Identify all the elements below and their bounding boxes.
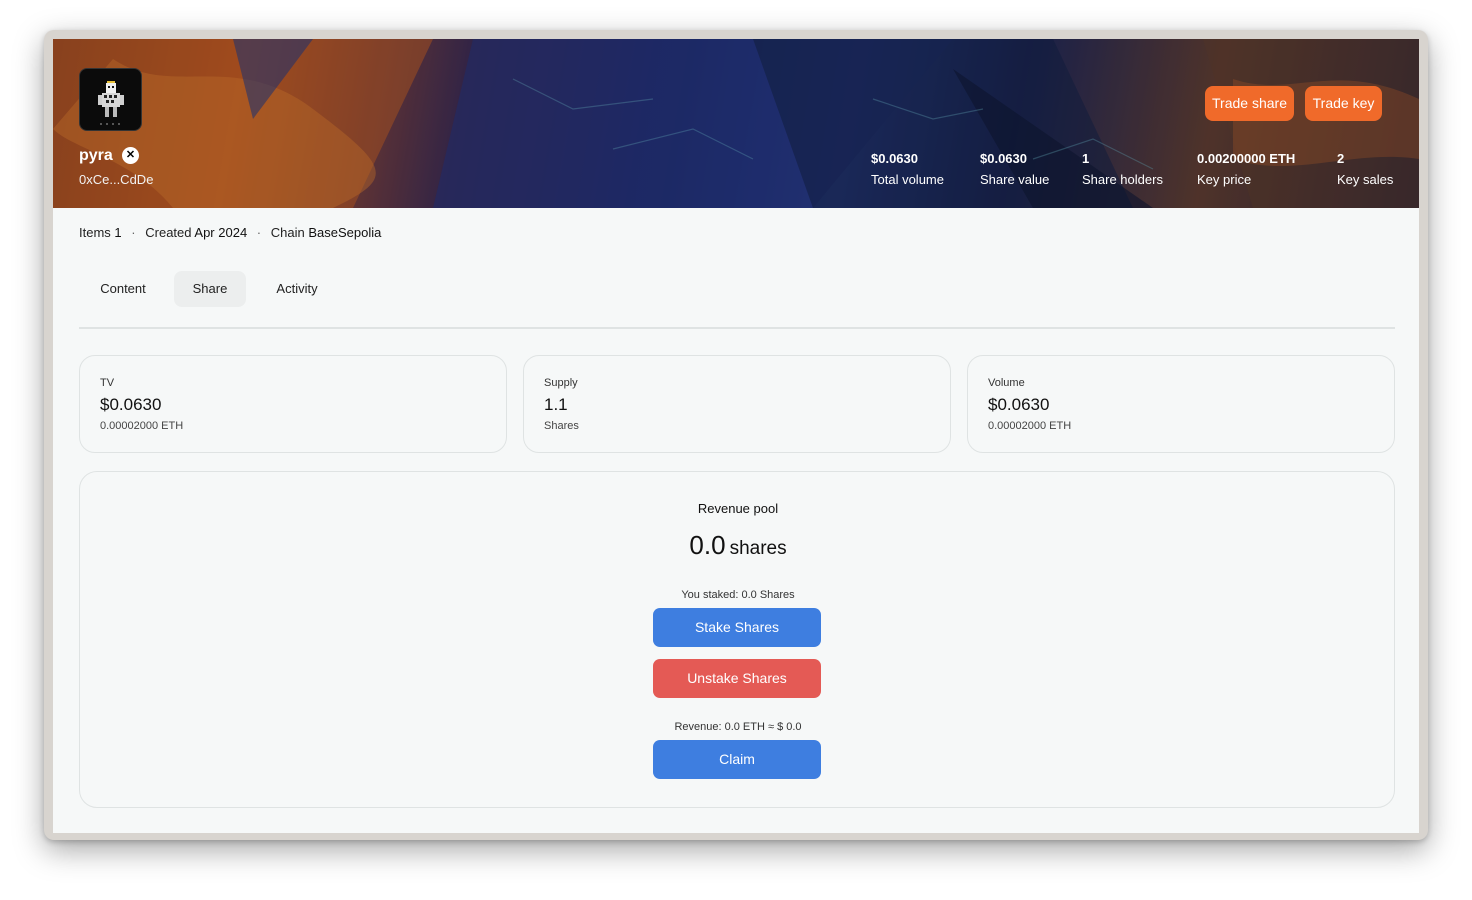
card-label: Supply (544, 377, 578, 389)
profile-address[interactable]: 0xCe...CdDe (79, 172, 153, 187)
card-sub: Shares (544, 420, 579, 432)
stat-value: 1 (1082, 151, 1090, 166)
page: pyra ✕ 0xCe...CdDe Trade share Trade key… (53, 39, 1419, 833)
trade-key-button[interactable]: Trade key (1305, 86, 1382, 121)
browser-window: pyra ✕ 0xCe...CdDe Trade share Trade key… (44, 30, 1428, 840)
pool-title: Revenue pool (697, 501, 779, 516)
stat-share-holders: 1 Share holders (1082, 151, 1163, 187)
x-icon[interactable]: ✕ (122, 147, 139, 164)
revenue-text: Revenue: 0.0 ETH ≈ $ 0.0 (674, 721, 802, 733)
stat-value: 2 (1337, 151, 1345, 166)
pixel-character-icon (98, 81, 124, 125)
stat-key-price: 0.00200000 ETH Key price (1197, 151, 1295, 187)
stat-value: $0.0630 (980, 151, 1027, 166)
card-label: Volume (988, 377, 1025, 389)
created-value: Apr 2024 (194, 225, 248, 240)
tab-share[interactable]: Share (174, 271, 246, 307)
profile-name: pyra (79, 147, 113, 164)
card-value: $0.0630 (100, 395, 162, 414)
pool-amount: 0.0 shares (80, 530, 1396, 561)
stat-label: Total volume (871, 172, 944, 187)
stat-value: 0.00200000 ETH (1197, 151, 1296, 166)
stat-value: $0.0630 (871, 151, 918, 166)
stat-label: Share holders (1082, 172, 1163, 187)
claim-button[interactable]: Claim (653, 740, 821, 779)
stat-label: Key sales (1337, 172, 1394, 187)
unstake-shares-button[interactable]: Unstake Shares (653, 659, 821, 698)
separator: · (131, 225, 136, 240)
avatar[interactable] (79, 68, 142, 131)
stat-share-value: $0.0630 Share value (980, 151, 1049, 187)
stat-label: Key price (1197, 172, 1252, 187)
chain-label: Chain (270, 225, 305, 240)
profile-banner: pyra ✕ 0xCe...CdDe Trade share Trade key… (53, 39, 1419, 208)
stat-label: Share value (980, 172, 1050, 187)
created-label: Created (145, 225, 192, 240)
card-sub: 0.00002000 ETH (100, 420, 184, 432)
collection-meta: Items 1 · Created Apr 2024 · Chain BaseS… (79, 225, 381, 240)
trade-share-button[interactable]: Trade share (1205, 86, 1294, 121)
pool-amount-value: 0.0 (689, 530, 726, 560)
stake-shares-button[interactable]: Stake Shares (653, 608, 821, 647)
card-sub: 0.00002000 ETH (988, 420, 1072, 432)
volume-card: Volume $0.0630 0.00002000 ETH (967, 355, 1395, 453)
revenue-pool-panel: Revenue pool 0.0 shares You staked: 0.0 S… (79, 471, 1395, 808)
card-value: 1.1 (544, 395, 568, 414)
tv-card: TV $0.0630 0.00002000 ETH (79, 355, 507, 453)
card-value: $0.0630 (988, 395, 1050, 414)
tabs-divider (79, 327, 1395, 329)
tab-content[interactable]: Content (79, 271, 167, 307)
supply-card: Supply 1.1 Shares (523, 355, 951, 453)
staked-text: You staked: 0.0 Shares (681, 589, 795, 601)
pool-amount-unit: shares (729, 538, 787, 559)
items-label: Items (79, 225, 111, 240)
separator: · (256, 225, 262, 240)
items-value: 1 (114, 225, 122, 240)
stat-key-sales: 2 Key sales (1337, 151, 1393, 187)
chain-value: BaseSepolia (308, 225, 382, 240)
stat-total-volume: $0.0630 Total volume (871, 151, 944, 187)
tab-activity[interactable]: Activity (259, 271, 335, 307)
card-label: TV (100, 377, 115, 389)
